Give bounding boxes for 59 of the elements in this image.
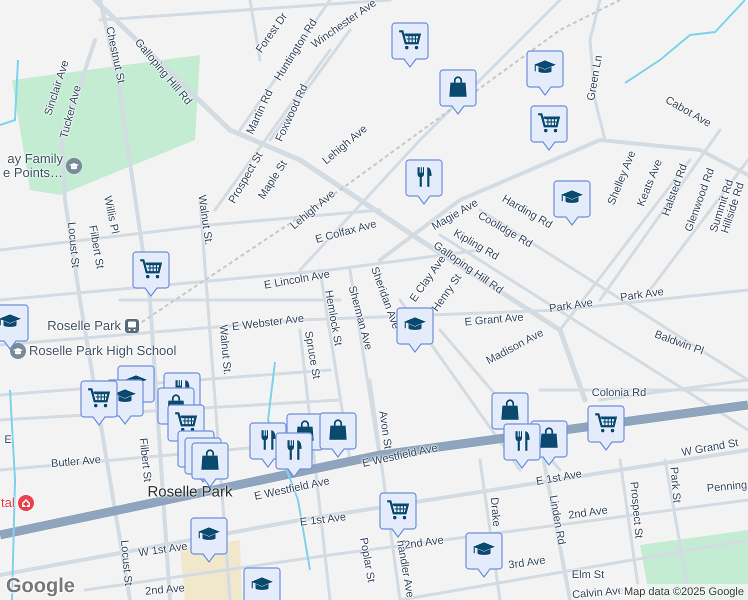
street-label: E Grant Ave [464, 311, 524, 329]
map-marker[interactable] [275, 432, 313, 478]
street-label: Sherman Ave [346, 284, 374, 352]
street-label: W Grand St [680, 437, 740, 459]
street-label: W 1st Ave [138, 540, 188, 560]
map-marker[interactable] [132, 251, 170, 297]
map-marker[interactable] [503, 423, 541, 469]
street-label: Green Ln [585, 54, 605, 102]
street-label: Drake [488, 496, 502, 528]
street-label: Prospect St [628, 481, 644, 539]
place-label[interactable]: Roselle Park High School [29, 344, 176, 358]
street-label: Avon St [376, 410, 394, 450]
map-marker[interactable] [526, 50, 564, 96]
place-label[interactable]: ay Family e Points… [3, 152, 63, 180]
street-label: 2nd Ave [568, 504, 608, 522]
street-label: Park Ave [619, 286, 665, 304]
map-marker[interactable] [379, 492, 417, 538]
map-marker[interactable] [530, 105, 568, 151]
map-marker[interactable] [243, 567, 281, 600]
map-marker[interactable] [405, 159, 443, 205]
school-icon [10, 343, 26, 359]
map-marker[interactable] [319, 412, 357, 458]
street-label: Walnut St. [196, 194, 214, 246]
map-marker[interactable] [553, 180, 591, 226]
street-label: Keats Ave [635, 158, 665, 208]
map-marker[interactable] [80, 380, 118, 426]
map-marker[interactable] [391, 22, 429, 68]
street-label: Park St [667, 466, 683, 504]
street-label: Penning [706, 479, 748, 495]
school-icon [66, 158, 82, 174]
street-label: Calvin Ave [572, 584, 624, 600]
street-label: 3rd Ave [508, 554, 546, 572]
train-station-icon [124, 318, 140, 334]
street-label: Hemlock St [322, 289, 344, 347]
hospital-icon [18, 495, 34, 511]
map-marker[interactable] [465, 532, 503, 578]
street-label: Walnut St. [216, 324, 234, 376]
place-label[interactable]: Roselle Park [47, 319, 121, 333]
street-label: E 1st Ave [535, 468, 583, 488]
street-label: 2nd Ave [144, 582, 186, 598]
street-label: E 1st Ave [299, 511, 347, 529]
street-label: E Westfield Ave [253, 475, 331, 503]
map-marker[interactable] [0, 304, 29, 350]
street-label: Locust St [65, 222, 81, 268]
map-marker[interactable] [439, 69, 477, 115]
street-label: Linden Rd [546, 494, 568, 546]
street-label: Colonia Rd [592, 387, 646, 399]
street-label: Locust St [118, 540, 134, 586]
street-label: Poplar St [357, 536, 377, 584]
street-label: Butler Ave [50, 454, 102, 470]
map-marker[interactable] [587, 405, 625, 451]
street-label: E Lincoln Ave [263, 268, 331, 292]
map-marker[interactable] [190, 517, 228, 563]
street-label: E Colfax Ave [314, 218, 378, 246]
street-label: E [4, 434, 12, 446]
street-label: Chestnut St [103, 26, 127, 84]
street-label: Elm St [572, 569, 604, 581]
street-label: Filbert St [136, 437, 154, 483]
street-label: Park Ave [548, 297, 594, 315]
